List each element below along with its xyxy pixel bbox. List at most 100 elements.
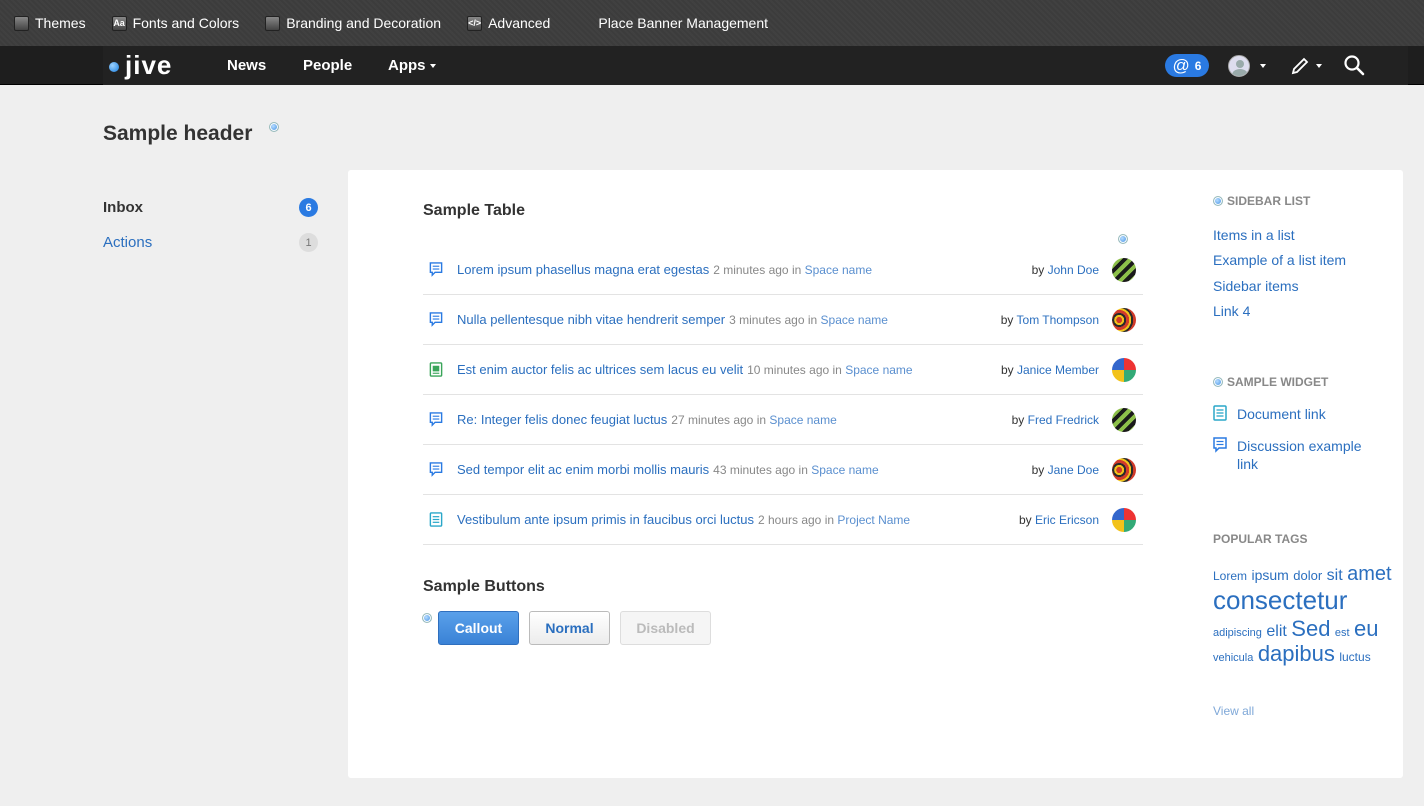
search-button[interactable] — [1343, 54, 1365, 81]
at-icon: @ — [1172, 56, 1190, 75]
branding-icon — [265, 15, 281, 31]
widget-discussion-link[interactable]: Discussion example link — [1213, 437, 1393, 473]
avatar[interactable] — [1112, 307, 1136, 332]
row-space-link[interactable]: Space name — [805, 263, 872, 277]
widget-link-label: Discussion example link — [1237, 438, 1362, 472]
tag-link[interactable]: ipsum — [1251, 567, 1288, 583]
avatar[interactable] — [1112, 407, 1136, 432]
admin-item-fonts-colors[interactable]: Aa Fonts and Colors — [111, 0, 239, 46]
row-meta: 43 minutes ago in Space name — [713, 463, 878, 477]
row-author-link[interactable]: Fred Fredrick — [1028, 413, 1099, 427]
edit-dot-icon[interactable] — [1213, 196, 1223, 206]
sidebar-list-item[interactable]: Example of a list item — [1213, 252, 1346, 268]
normal-button[interactable]: Normal — [529, 611, 610, 645]
tag-link[interactable]: est — [1335, 627, 1350, 639]
row-title-link[interactable]: Vestibulum ante ipsum primis in faucibus… — [457, 512, 754, 527]
row-title-link[interactable]: Re: Integer felis donec feugiat luctus — [457, 412, 667, 427]
sidebar-list-item[interactable]: Items in a list — [1213, 227, 1295, 243]
admin-item-place-banner[interactable]: Place Banner Management — [598, 0, 768, 46]
sample-widget-title: SAMPLE WIDGET — [1213, 375, 1328, 389]
tag-link[interactable]: dolor — [1293, 568, 1322, 583]
row-author-link[interactable]: Eric Ericson — [1035, 513, 1099, 527]
sidebar-list-item[interactable]: Sidebar items — [1213, 278, 1299, 294]
avatar — [1228, 55, 1250, 77]
document-icon — [1213, 405, 1227, 421]
row-title-link[interactable]: Sed tempor elit ac enim morbi mollis mau… — [457, 462, 709, 477]
row-space-link[interactable]: Project Name — [837, 513, 910, 527]
chevron-down-icon — [429, 64, 436, 69]
tag-link[interactable]: vehicula — [1213, 652, 1253, 664]
row-meta: 2 minutes ago in Space name — [713, 263, 872, 277]
edit-dot-icon[interactable] — [422, 613, 432, 623]
row-space-link[interactable]: Space name — [769, 413, 836, 427]
tag-link[interactable]: adipiscing — [1213, 627, 1262, 639]
row-author-link[interactable]: Janice Member — [1017, 363, 1099, 377]
row-by: by — [1031, 262, 1045, 277]
left-nav-actions[interactable]: Actions 1 — [103, 225, 318, 260]
inbox-count-badge: 6 — [299, 198, 318, 217]
tag-link[interactable]: dapibus — [1258, 641, 1335, 666]
admin-item-themes[interactable]: Themes — [14, 0, 86, 46]
tag-link[interactable]: Lorem — [1213, 569, 1247, 583]
tag-link[interactable]: sit — [1327, 567, 1343, 584]
image-document-icon — [429, 362, 443, 377]
mentions-badge[interactable]: @ 6 — [1165, 54, 1209, 77]
row-space-link[interactable]: Space name — [821, 313, 888, 327]
discussion-icon — [429, 412, 443, 427]
edit-dot-icon[interactable] — [269, 122, 279, 132]
row-space-link[interactable]: Space name — [811, 463, 878, 477]
row-author-link[interactable]: Tom Thompson — [1017, 313, 1099, 327]
table-row: Sed tempor elit ac enim morbi mollis mau… — [423, 445, 1143, 495]
row-author-link[interactable]: John Doe — [1048, 263, 1099, 277]
row-time: 3 minutes ago — [729, 312, 805, 327]
nav-apps[interactable]: Apps — [388, 57, 436, 74]
avatar[interactable] — [1112, 507, 1136, 532]
user-menu[interactable] — [1228, 55, 1266, 77]
avatar[interactable] — [1112, 357, 1136, 382]
row-author: by John Doe — [1032, 263, 1099, 277]
edit-dot-icon[interactable] — [1213, 377, 1223, 387]
fonts-icon: Aa — [111, 15, 127, 31]
view-all-tags-link[interactable]: View all — [1213, 704, 1254, 718]
row-title-link[interactable]: Nulla pellentesque nibh vitae hendrerit … — [457, 312, 725, 327]
popular-tags-title: POPULAR TAGS — [1213, 532, 1308, 546]
sidebar-list-item[interactable]: Link 4 — [1213, 303, 1250, 319]
table-row: Re: Integer felis donec feugiat luctus 27… — [423, 395, 1143, 445]
row-time: 10 minutes ago — [747, 362, 830, 377]
callout-button[interactable]: Callout — [438, 611, 519, 645]
nav-people[interactable]: People — [303, 57, 352, 74]
admin-item-branding[interactable]: Branding and Decoration — [265, 0, 441, 46]
row-time: 2 hours ago — [757, 512, 822, 527]
row-space-link[interactable]: Space name — [845, 363, 912, 377]
tag-link[interactable]: luctus — [1339, 650, 1370, 664]
main-navbar: jive News People Apps @ 6 — [0, 46, 1424, 85]
button-group: Callout Normal Disabled — [438, 611, 711, 645]
jive-logo[interactable]: jive — [109, 52, 172, 78]
sidebar-list-title: SIDEBAR LIST — [1213, 194, 1310, 208]
row-author: by Eric Ericson — [1019, 513, 1099, 527]
avatar[interactable] — [1112, 457, 1136, 482]
row-title-link[interactable]: Est enim auctor felis ac ultrices sem la… — [457, 362, 743, 377]
tag-link[interactable]: amet — [1347, 563, 1391, 585]
row-meta: 10 minutes ago in Space name — [747, 363, 912, 377]
tag-link[interactable]: consectetur — [1213, 585, 1347, 615]
tag-link[interactable]: eu — [1354, 616, 1378, 641]
discussion-icon — [429, 312, 443, 327]
widget-link-label: Document link — [1237, 406, 1326, 422]
nav-news[interactable]: News — [227, 57, 266, 74]
table-title: Sample Table — [423, 202, 525, 219]
nav-apps-label: Apps — [388, 57, 426, 74]
table-row: Lorem ipsum phasellus magna erat egestas… — [423, 240, 1143, 295]
create-menu[interactable] — [1290, 56, 1322, 76]
avatar[interactable] — [1112, 257, 1136, 282]
tag-link[interactable]: Sed — [1291, 616, 1330, 641]
admin-item-advanced[interactable]: </> Advanced — [467, 0, 550, 46]
widget-document-link[interactable]: Document link — [1213, 405, 1393, 423]
row-in: in — [756, 412, 767, 427]
left-nav-inbox[interactable]: Inbox 6 — [103, 190, 318, 225]
row-title-link[interactable]: Lorem ipsum phasellus magna erat egestas — [457, 262, 709, 277]
tag-link[interactable]: elit — [1266, 623, 1286, 640]
row-author-link[interactable]: Jane Doe — [1048, 463, 1099, 477]
row-meta: 27 minutes ago in Space name — [671, 413, 836, 427]
row-author: by Fred Fredrick — [1012, 413, 1099, 427]
